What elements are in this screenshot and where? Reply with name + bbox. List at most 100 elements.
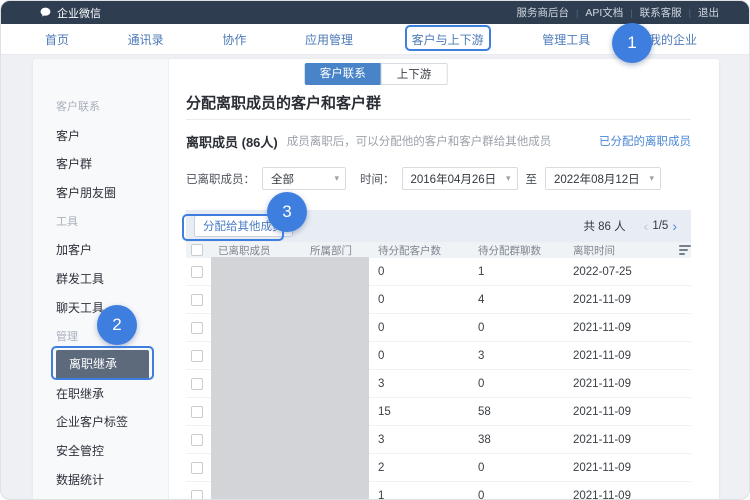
date-from-select[interactable]: 2016年04月26日 ▾ [402,167,518,190]
table-header: 已离职成员 所属部门 待分配客户数 待分配群聊数 离职时间 [186,242,691,258]
cell-resign-date: 2021-11-09 [573,378,664,390]
section-description: 成员离职后，可以分配他的客户和客户群给其他成员 [287,133,552,149]
row-checkbox[interactable] [191,322,203,334]
topbar-link-api-docs[interactable]: API文档 [585,5,623,20]
subtabs: 客户联系 上下游 [305,63,448,85]
cell-resign-date: 2022-07-25 [573,266,664,278]
filter-row: 已离职成员： 全部 ▾ 时间： 2016年04月26日 ▾ 至 2022年08月… [186,167,691,190]
cell-pending-groups: 1 [478,266,573,278]
divider [576,7,578,19]
content-card: 客户联系 上下游 客户联系 客户 客户群 客户朋友圈 工具 加客户 群发工具 聊… [33,59,719,500]
col-pending-customers: 待分配客户数 [378,243,478,258]
cell-resign-date: 2021-11-09 [573,406,664,418]
row-checkbox[interactable] [191,266,203,278]
member-filter-label: 已离职成员： [186,171,255,187]
tab-customer-contact[interactable]: 客户联系 [305,63,381,85]
next-page-icon[interactable] [668,219,681,233]
cell-pending-customers: 0 [378,266,478,278]
topbar-link-logout[interactable]: 退出 [698,5,719,20]
sidebar-item-onjob-inheritance[interactable]: 在职继承 [33,379,168,408]
sidebar-item-chat-tools[interactable]: 聊天工具 [33,293,168,322]
cell-pending-customers: 0 [378,294,478,306]
cell-pending-customers: 3 [378,378,478,390]
divider [689,7,691,19]
col-departed-member: 已离职成员 [218,243,310,258]
assigned-members-link[interactable]: 已分配的离职成员 [599,133,691,149]
cell-pending-groups: 0 [478,462,573,474]
row-checkbox[interactable] [191,294,203,306]
cell-pending-groups: 4 [478,294,573,306]
cell-pending-customers: 0 [378,350,478,362]
row-checkbox[interactable] [191,350,203,362]
topbar-links: 服务商后台 API文档 联系客服 退出 [517,5,719,20]
sidebar-item-bulk-message[interactable]: 群发工具 [33,264,168,293]
nav-customers-updownstream[interactable]: 客户与上下游 [412,31,484,48]
sidebar-item-customer-tags[interactable]: 企业客户标签 [33,408,168,437]
date-from-value: 2016年04月26日 [411,171,497,187]
date-to-select[interactable]: 2022年08月12日 ▾ [545,167,661,190]
sidebar: 客户联系 客户 客户群 客户朋友圈 工具 加客户 群发工具 聊天工具 管理 离职… [33,59,169,500]
column-settings-icon[interactable] [679,243,691,257]
sidebar-item-customer-groups[interactable]: 客户群 [33,149,168,178]
cell-pending-customers: 1 [378,490,478,500]
topbar: 企业微信 服务商后台 API文档 联系客服 退出 [1,1,749,24]
row-checkbox[interactable] [191,462,203,474]
col-pending-groups: 待分配群聊数 [478,243,573,258]
prev-page-icon[interactable] [640,219,653,233]
row-checkbox[interactable] [191,490,203,500]
departed-members-count: 离职成员 (86人) [186,132,278,151]
tab-upstream-downstream[interactable]: 上下游 [381,63,448,85]
sidebar-item-customer-moments[interactable]: 客户朋友圈 [33,178,168,207]
sidebar-item-resignation-inheritance[interactable]: 离职继承 [33,350,168,379]
redacted-names-block [211,257,369,500]
chevron-down-icon: ▾ [649,173,654,184]
nav-management-tools[interactable]: 管理工具 [542,31,590,48]
topbar-link-service-provider[interactable]: 服务商后台 [517,5,570,20]
nav-contacts[interactable]: 通讯录 [128,31,164,48]
nav-collaboration[interactable]: 协作 [222,31,246,48]
topbar-link-contact-support[interactable]: 联系客服 [640,5,682,20]
row-checkbox[interactable] [191,406,203,418]
sidebar-item-statistics[interactable]: 数据统计 [33,465,168,494]
page-indicator: 1/5 [652,220,668,232]
cell-resign-date: 2021-11-09 [573,434,664,446]
page-title: 分配离职成员的客户和客户群 [186,95,691,113]
cell-pending-groups: 0 [478,490,573,500]
chevron-down-icon: ▾ [506,173,511,184]
section-header: 离职成员 (86人) 成员离职后，可以分配他的客户和客户群给其他成员 已分配的离… [186,132,691,150]
cell-pending-customers: 0 [378,322,478,334]
brand: 企业微信 [39,5,101,21]
col-resign-date: 离职时间 [573,243,664,258]
sidebar-item-customers[interactable]: 客户 [33,121,168,150]
nav-app-management[interactable]: 应用管理 [305,31,353,48]
time-filter-label: 时间： [360,171,395,187]
sidebar-header-customer-contact: 客户联系 [33,92,168,121]
table-toolbar: 分配给其他成员 共 86 人 1/5 [186,210,691,242]
row-checkbox[interactable] [191,434,203,446]
date-to-value: 2022年08月12日 [554,171,640,187]
member-filter-value: 全部 [271,171,294,187]
cell-pending-groups: 38 [478,434,573,446]
sidebar-item-add-customer[interactable]: 加客户 [33,235,168,264]
cell-pending-groups: 3 [478,350,573,362]
cell-resign-date: 2021-11-09 [573,490,664,500]
chevron-down-icon: ▾ [334,173,339,184]
assign-to-others-button[interactable]: 分配给其他成员 [194,215,293,237]
cell-resign-date: 2021-11-09 [573,294,664,306]
main-nav: 首页 通讯录 协作 应用管理 客户与上下游 管理工具 我的企业 [1,24,749,55]
nav-home[interactable]: 首页 [45,31,69,48]
total-count: 共 86 人 [583,218,625,234]
sidebar-header-tools: 工具 [33,207,168,236]
cell-pending-groups: 58 [478,406,573,418]
cell-resign-date: 2021-11-09 [573,350,664,362]
cell-resign-date: 2021-11-09 [573,322,664,334]
select-all-checkbox[interactable] [191,244,203,256]
cell-pending-customers: 2 [378,462,478,474]
nav-my-enterprise[interactable]: 我的企业 [649,31,697,48]
row-checkbox[interactable] [191,378,203,390]
member-filter-select[interactable]: 全部 ▾ [262,167,346,190]
cell-resign-date: 2021-11-09 [573,462,664,474]
cell-pending-groups: 0 [478,322,573,334]
sidebar-item-security-control[interactable]: 安全管控 [33,436,168,465]
cell-pending-customers: 15 [378,406,478,418]
